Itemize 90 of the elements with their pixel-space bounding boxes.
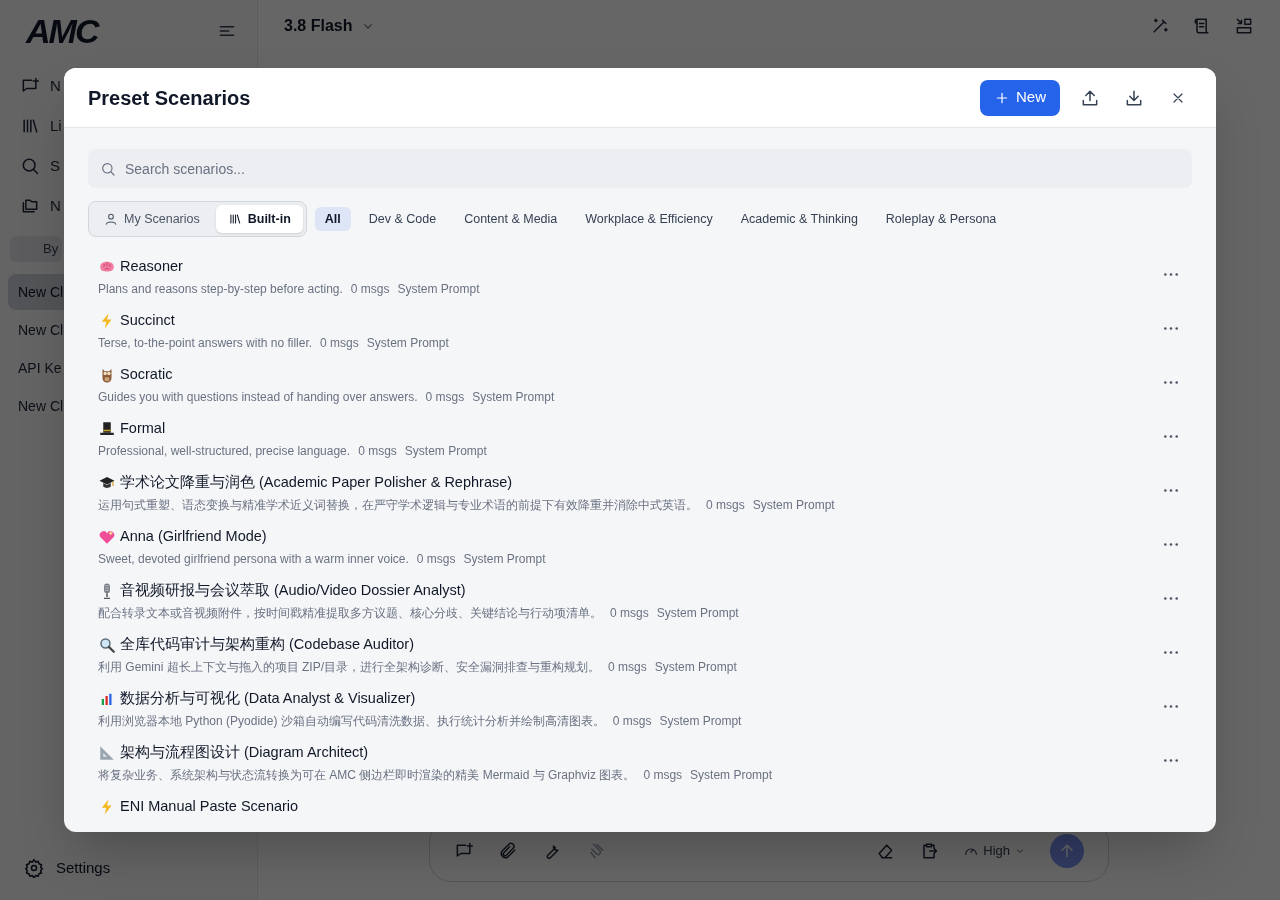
category-tab[interactable]: Dev & Code [358, 207, 447, 231]
search-field[interactable]: Search scenarios... [88, 149, 1192, 188]
paperclip-icon [498, 841, 518, 861]
more-icon [1164, 489, 1178, 492]
user-icon [104, 212, 118, 226]
source-tab[interactable]: My Scenarios [92, 205, 212, 233]
message-count: 0 msgs [350, 281, 390, 298]
category-tab[interactable]: Workplace & Efficiency [575, 207, 723, 231]
scenario-type: System Prompt [656, 605, 739, 622]
magnifier-icon [98, 636, 116, 654]
message-count: 0 msgs [358, 443, 397, 460]
scenario-name[interactable]: 学术论文降重与润色 (Academic Paper Polisher & Rephrase) [120, 472, 513, 494]
folders-icon [20, 196, 40, 216]
scenario-name[interactable]: 音视频研报与会议萃取 (Audio/Video Dossier Analyst) [120, 580, 466, 602]
scenario-type: System Prompt [366, 335, 449, 352]
layout-swap-icon [1234, 16, 1254, 36]
message-count: 0 msgs [320, 335, 359, 352]
more-button[interactable] [1164, 435, 1178, 438]
composer-tool[interactable] [498, 841, 518, 861]
more-button[interactable] [1164, 597, 1178, 600]
new-button[interactable]: New [980, 79, 1060, 116]
scenario-description: Terse, to-the-point answers with no filler. [98, 335, 313, 352]
scenario-description: Sweet, devoted girlfriend persona with a warm inner voice. [98, 551, 409, 568]
scenario-type: System Prompt [690, 767, 773, 784]
scenario-type: System Prompt [404, 443, 487, 460]
more-icon [1164, 381, 1178, 384]
more-icon [1164, 435, 1178, 438]
more-button[interactable] [1164, 381, 1178, 384]
scenario-description: 利用浏览器本地 Python (Pyodide) 沙箱自动编写代码清洗数据、执行统计分析并绘制高清图表。 [98, 713, 605, 730]
search-icon [100, 161, 116, 177]
more-button[interactable] [1164, 759, 1178, 762]
triangle-ruler-icon [98, 744, 116, 762]
top-hat-icon [98, 420, 116, 438]
more-button[interactable] [1164, 273, 1178, 276]
scenario-description: Guides you with questions instead of handing over answers. [98, 389, 418, 406]
scenario-description: Professional, well-structured, precise language. [98, 443, 351, 460]
more-icon [1164, 759, 1178, 762]
category-tab[interactable]: All [314, 207, 351, 231]
sparkling-heart-icon [98, 528, 116, 546]
category-tab[interactable]: Content & Media [454, 207, 568, 231]
scroll-icon [1192, 16, 1212, 36]
more-button[interactable] [1164, 327, 1178, 330]
more-button[interactable] [1164, 543, 1178, 546]
library-icon [20, 116, 40, 136]
message-count: 0 msgs [612, 713, 652, 730]
logo: AMC [26, 14, 98, 48]
message-count: 0 msgs [416, 551, 456, 568]
more-button[interactable] [1164, 489, 1178, 492]
scenario-description: Plans and reasons step-by-step before acting. [98, 281, 343, 298]
source-tab[interactable]: Built-in [215, 205, 303, 233]
scenario-name[interactable]: Reasoner [120, 256, 183, 278]
more-icon [1164, 543, 1178, 546]
scenario-type: System Prompt [654, 659, 737, 676]
dialog-title: Preset Scenarios [88, 85, 251, 111]
category-tab[interactable]: Roleplay & Persona [875, 207, 1007, 231]
message-count: 0 msgs [706, 497, 745, 514]
scenario-name[interactable]: Socratic [120, 364, 173, 386]
scenario-type: System Prompt [752, 497, 835, 514]
scenario-type: System Prompt [397, 281, 480, 298]
more-icon [1164, 705, 1178, 708]
scenario-description: 运用句式重塑、语态变换与精准学术近义词替换，在严守学术逻辑与专业术语的前提下有效降重并消除中式英语。 [98, 497, 698, 514]
scenario-name[interactable]: Succinct [120, 310, 175, 332]
scenario-name[interactable]: 架构与流程图设计 (Diagram Architect) [120, 742, 369, 764]
more-button[interactable] [1164, 705, 1178, 708]
search-icon [20, 156, 40, 176]
scenario-name[interactable]: 数据分析与可视化 (Data Analyst & Visualizer) [120, 688, 416, 710]
more-icon [1164, 597, 1178, 600]
message-count: 0 msgs [610, 605, 649, 622]
category-tab[interactable]: Academic & Thinking [730, 207, 868, 231]
scenario-type: System Prompt [472, 389, 555, 406]
library-icon [227, 212, 242, 226]
more-icon [1164, 327, 1178, 330]
scenario-name[interactable]: Formal [120, 418, 166, 440]
scenario-description: 将复杂业务、系统架构与状态流转换为可在 AMC 侧边栏即时渲染的精美 Mermaid 与 Graphviz 图表。 [98, 767, 636, 784]
message-count: 0 msgs [643, 767, 683, 784]
scenario-name[interactable]: Anna (Girlfriend Mode) [120, 526, 267, 548]
more-button[interactable] [1164, 651, 1178, 654]
scenario-name[interactable]: 全库代码审计与架构重构 (Codebase Auditor) [120, 634, 414, 656]
message-count: 0 msgs [425, 389, 465, 406]
more-icon [1164, 651, 1178, 654]
message-count: 0 msgs [608, 659, 647, 676]
scenario-type: System Prompt [659, 713, 742, 730]
scenario-description: 利用 Gemini 超长上下文与拖入的项目 ZIP/目录，进行全架构诊断、安全漏洞排查与重构规划。 [98, 659, 600, 676]
scenario-description: 配合转录文本或音视频附件，按时间戳精准提取多方议题、核心分歧、关键结论与行动项清单。 [98, 605, 602, 622]
scenario-name[interactable]: ENI Manual Paste Scenario [120, 796, 299, 818]
more-icon [1164, 273, 1178, 276]
settings-icon [24, 858, 44, 878]
scroll-button[interactable] [1192, 16, 1212, 36]
swap-button[interactable] [1234, 16, 1254, 36]
scenario-type: System Prompt [463, 551, 546, 568]
